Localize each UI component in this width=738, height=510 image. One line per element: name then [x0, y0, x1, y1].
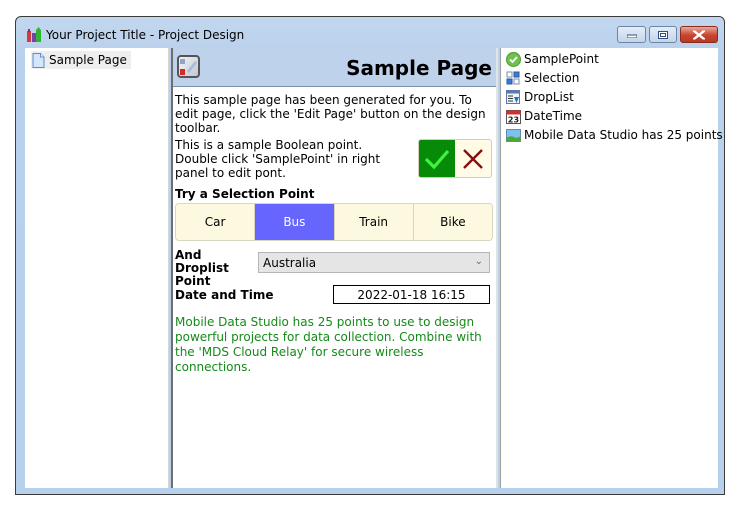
- boolean-description: This is a sample Boolean point. Double c…: [175, 138, 381, 180]
- chevron-down-icon: ⌄: [474, 256, 483, 267]
- window-title: Your Project Title - Project Design: [46, 28, 245, 42]
- page-icon: [32, 52, 45, 68]
- page-header: Sample Page: [173, 48, 496, 87]
- check-icon: [424, 149, 450, 170]
- point-label: SamplePoint: [524, 52, 599, 66]
- selection-option-bus[interactable]: Bus: [255, 204, 335, 240]
- point-label: Selection: [524, 71, 580, 85]
- boolean-yes-button[interactable]: [419, 140, 455, 177]
- points-panel: SamplePoint Selection DropList 23 DateTi…: [500, 48, 723, 488]
- page-design-panel: Sample Page This sample page has been ge…: [171, 48, 498, 488]
- page-title: Sample Page: [346, 56, 492, 80]
- image-icon: [506, 128, 521, 142]
- point-label: Mobile Data Studio has 25 points: [524, 128, 723, 142]
- maximize-button[interactable]: [649, 26, 677, 43]
- datetime-label: Date and Time: [175, 288, 274, 302]
- title-bar[interactable]: Your Project Title - Project Design: [16, 17, 724, 47]
- point-item-samplepoint[interactable]: SamplePoint: [506, 50, 599, 68]
- point-item-droplist[interactable]: DropList: [506, 88, 574, 106]
- maximize-icon: [658, 30, 668, 39]
- datetime-field[interactable]: 2022-01-18 16:15: [333, 285, 490, 304]
- app-window: Your Project Title - Project Design Samp…: [15, 16, 725, 495]
- pages-panel: Sample Page: [25, 48, 169, 488]
- intro-text: This sample page has been generated for …: [175, 93, 486, 135]
- point-item-datetime[interactable]: 23 DateTime: [506, 107, 582, 125]
- page-list-label: Sample Page: [49, 53, 127, 67]
- droplist-select[interactable]: Australia ⌄: [258, 252, 490, 273]
- check-circle-icon: [506, 51, 521, 67]
- selection-point: Car Bus Train Bike: [175, 203, 493, 241]
- close-icon: [693, 30, 705, 39]
- droplist-label: And Droplist Point: [175, 248, 229, 288]
- mds-logo-icon: [180, 59, 197, 75]
- selection-label: Try a Selection Point: [175, 187, 315, 201]
- app-icon: [27, 27, 41, 42]
- minimize-button[interactable]: [617, 26, 646, 43]
- selection-icon: [506, 71, 520, 84]
- info-text: Mobile Data Studio has 25 points to use …: [175, 315, 482, 374]
- droplist-value: Australia: [263, 255, 317, 270]
- selection-option-car[interactable]: Car: [176, 204, 256, 240]
- selection-option-bike[interactable]: Bike: [414, 204, 492, 240]
- boolean-no-button[interactable]: [455, 140, 491, 177]
- boolean-point-toggle[interactable]: [418, 139, 492, 178]
- svg-text:23: 23: [508, 115, 519, 124]
- calendar-icon: 23: [506, 109, 521, 124]
- droplist-icon: [506, 89, 520, 104]
- page-list-item[interactable]: Sample Page: [31, 51, 131, 69]
- close-button[interactable]: [680, 26, 718, 43]
- minimize-icon: [626, 34, 637, 38]
- point-label: DropList: [524, 90, 574, 104]
- mds-page-icon[interactable]: [177, 55, 200, 78]
- point-item-info-image[interactable]: Mobile Data Studio has 25 points: [506, 126, 723, 144]
- point-label: DateTime: [524, 109, 583, 123]
- selection-option-train[interactable]: Train: [335, 204, 414, 240]
- point-item-selection[interactable]: Selection: [506, 69, 579, 87]
- cross-icon: [463, 149, 483, 169]
